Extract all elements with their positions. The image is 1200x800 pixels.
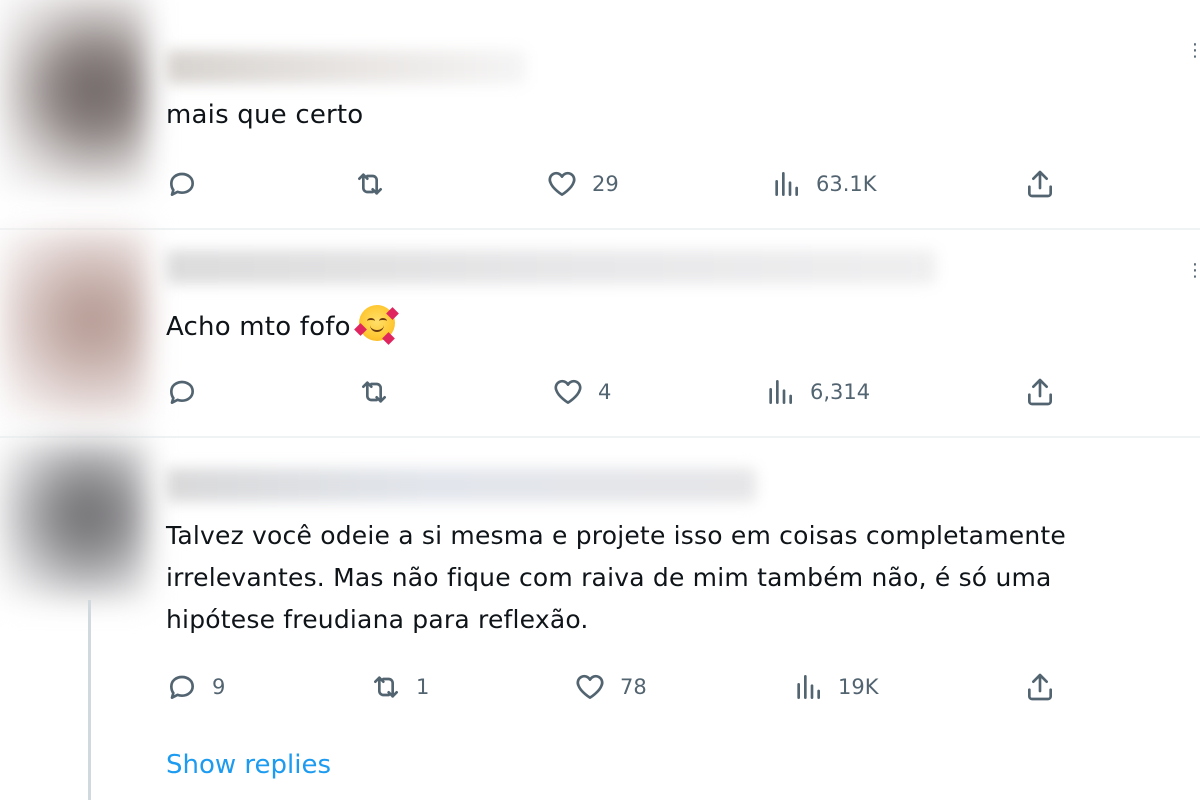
reply-icon [170, 380, 194, 404]
retweet-icon [362, 381, 386, 403]
like-button[interactable]: 4 [552, 372, 611, 412]
action-bar: 29 63.1K [166, 164, 1200, 204]
reply-button[interactable] [166, 164, 212, 204]
reply-text: mais que certo [166, 100, 364, 130]
share-button[interactable] [1024, 164, 1056, 204]
retweet-icon [358, 173, 382, 195]
retweet-count: 1 [416, 675, 430, 699]
views-icon [775, 172, 798, 196]
like-button[interactable]: 29 [546, 164, 619, 204]
heart-icon [548, 171, 576, 196]
share-icon [1028, 378, 1052, 406]
more-options-icon[interactable]: ⋮ [1186, 40, 1200, 61]
share-button[interactable] [1024, 667, 1056, 707]
reply-button[interactable]: 9 [166, 667, 225, 707]
views-count: 6,314 [810, 380, 871, 404]
reply-button[interactable] [166, 372, 212, 412]
author-name-redacted [166, 250, 936, 284]
avatar[interactable] [0, 230, 148, 420]
views-button[interactable]: 19K [792, 667, 879, 707]
author-name-redacted [166, 50, 526, 84]
like-count: 4 [598, 380, 612, 404]
action-bar: 4 6,314 [166, 372, 1200, 412]
reply-count: 9 [212, 675, 226, 699]
reply-icon [170, 675, 194, 699]
reply-text: Acho mto fofo [166, 305, 1186, 348]
show-replies-link[interactable]: Show replies [166, 750, 331, 780]
divider [0, 228, 1200, 230]
reply-icon [170, 172, 194, 196]
like-count: 29 [592, 172, 619, 196]
reply-text-content: Acho mto fofo [166, 312, 351, 342]
share-icon [1028, 170, 1052, 198]
like-count: 78 [620, 675, 647, 699]
views-count: 19K [838, 675, 879, 699]
retweet-button[interactable]: 1 [370, 667, 429, 707]
smiling-face-with-hearts-icon [353, 305, 399, 345]
heart-icon [576, 674, 604, 699]
reply-text-line: hipótese freudiana para reflexão. [166, 605, 589, 634]
reply-text: Talvez você odeie a si mesma e projete i… [166, 515, 1186, 641]
views-icon [769, 380, 792, 404]
share-button[interactable] [1024, 372, 1056, 412]
retweet-icon [374, 676, 398, 698]
reply-text-line: irrelevantes. Mas não fique com raiva de… [166, 563, 1052, 592]
action-bar: 9 1 78 19K [166, 667, 1200, 707]
more-options-icon[interactable]: ⋮ [1186, 260, 1200, 281]
heart-icon [554, 379, 582, 404]
retweet-button[interactable] [354, 164, 400, 204]
reply-text-line: Talvez você odeie a si mesma e projete i… [166, 521, 1066, 550]
views-count: 63.1K [816, 172, 877, 196]
like-button[interactable]: 78 [574, 667, 647, 707]
views-button[interactable]: 63.1K [770, 164, 877, 204]
avatar[interactable] [0, 440, 148, 600]
author-name-redacted [166, 468, 756, 502]
views-icon [797, 675, 820, 699]
retweet-button[interactable] [358, 372, 404, 412]
avatar[interactable] [0, 0, 148, 190]
thread-line [88, 600, 91, 800]
share-icon [1028, 673, 1052, 701]
views-button[interactable]: 6,314 [764, 372, 870, 412]
divider [0, 436, 1200, 438]
